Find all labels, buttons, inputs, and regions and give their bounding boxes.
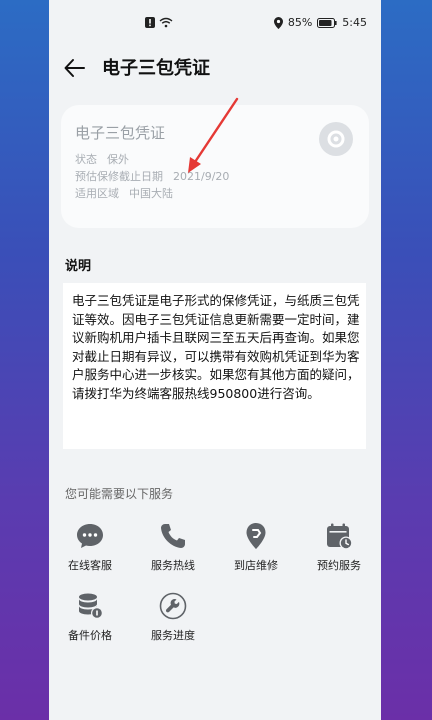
service-label: 到店维修 (234, 559, 278, 572)
location-pin-icon (246, 523, 266, 549)
service-label: 服务热线 (151, 559, 195, 572)
service-parts-price[interactable]: 备件价格 (54, 591, 126, 655)
service-progress[interactable]: 服务进度 (137, 591, 209, 655)
description-heading: 说明 (65, 259, 92, 274)
status-row: 状态 保外 (75, 151, 129, 167)
service-label: 服务进度 (151, 629, 195, 642)
app-header: 电子三包凭证 (49, 46, 381, 90)
service-appointment[interactable]: 预约服务 (303, 521, 375, 585)
status-value: 保外 (107, 153, 129, 166)
description-box: 电子三包凭证是电子形式的保修凭证，与纸质三包凭证等效。因电子三包凭证信息更新需要… (63, 283, 366, 449)
battery-icon (317, 17, 337, 28)
status-label: 状态 (75, 153, 97, 166)
card-title: 电子三包凭证 (75, 124, 166, 142)
back-button[interactable] (61, 54, 89, 82)
database-icon (79, 593, 103, 619)
warranty-badge-icon (319, 122, 353, 156)
expiry-label: 预估保修截止日期 (75, 170, 163, 183)
service-online-support[interactable]: 在线客服 (54, 521, 126, 585)
description-text: 电子三包凭证是电子形式的保修凭证，与纸质三包凭证等效。因电子三包凭证信息更新需要… (72, 293, 360, 401)
wifi-icon (159, 17, 173, 28)
phone-screen: 85% 5:45 电子三包凭证 电子三包凭证 状态 保外 预估保修截止日期 2021… (49, 0, 381, 720)
region-label: 适用区域 (75, 187, 119, 200)
clock: 5:45 (342, 16, 367, 29)
page-title: 电子三包凭证 (102, 58, 210, 79)
service-hotline[interactable]: 服务热线 (137, 521, 209, 585)
region-row: 适用区域 中国大陆 (75, 185, 173, 201)
location-icon (273, 16, 283, 29)
service-label: 在线客服 (68, 559, 112, 572)
service-label: 预约服务 (317, 559, 361, 572)
service-store-repair[interactable]: 到店维修 (220, 521, 292, 585)
region-value: 中国大陆 (129, 187, 173, 200)
service-label: 备件价格 (68, 629, 112, 642)
annotation-arrow-icon (188, 97, 239, 173)
services-heading: 您可能需要以下服务 (65, 487, 174, 501)
wrench-icon (159, 592, 187, 620)
alert-icon (145, 17, 155, 28)
back-arrow-icon (64, 59, 85, 77)
calendar-icon (327, 523, 353, 550)
chat-bubble-icon (77, 524, 103, 548)
phone-icon (161, 524, 185, 548)
battery-percent: 85% (287, 16, 313, 29)
status-bar: 85% 5:45 (49, 0, 381, 46)
